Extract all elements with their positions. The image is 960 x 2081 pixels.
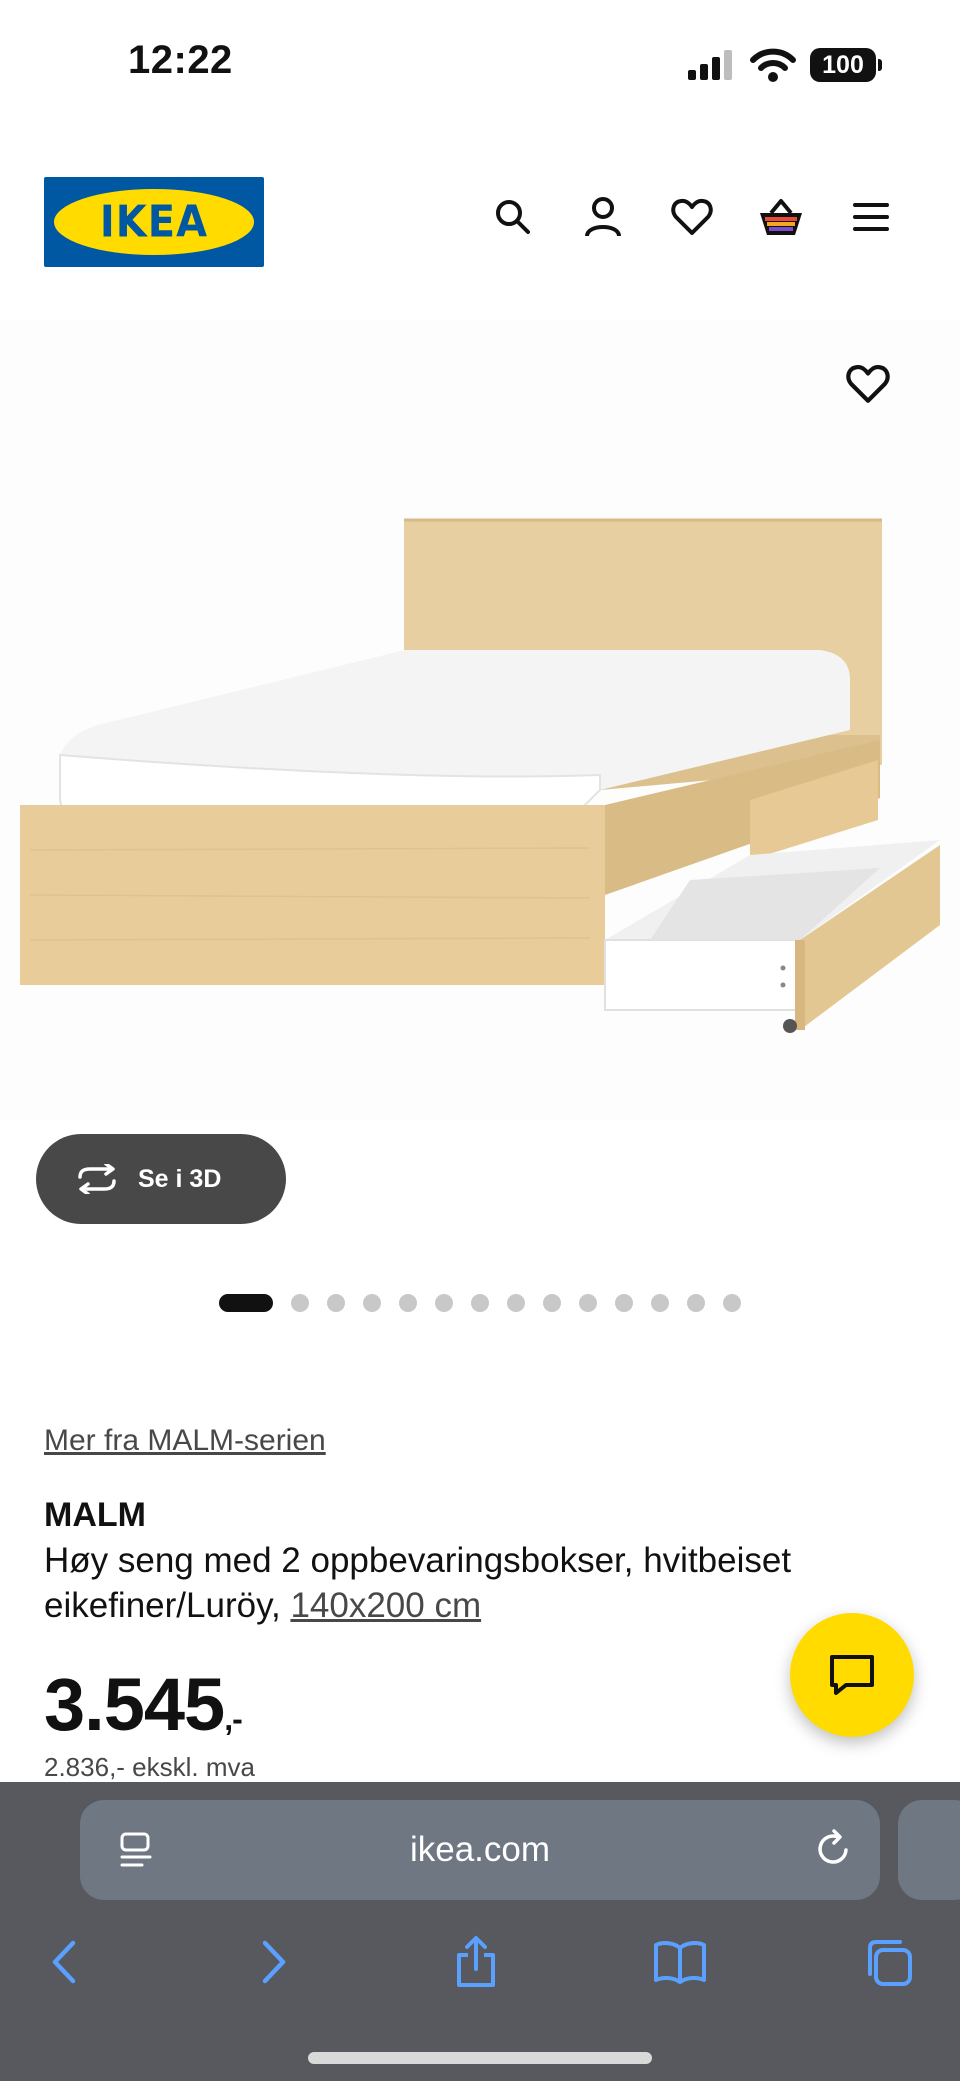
home-indicator[interactable] [308,2052,652,2064]
logo-registered-mark: ® [239,189,248,201]
image-carousel-indicator [0,1294,960,1312]
search-icon [496,200,530,234]
url-text: ikea.com [409,1830,551,1869]
carousel-dot[interactable] [219,1294,273,1312]
price-suffix: ,- [224,1701,243,1737]
hamburger-menu-icon [853,203,889,231]
user-icon [585,197,621,237]
favourites-button[interactable] [667,192,717,242]
chat-button[interactable] [790,1613,914,1737]
back-button[interactable] [34,1932,94,1992]
rotate-3d-icon [78,1164,116,1194]
series-link[interactable]: Mer fra MALM-serien [44,1424,326,1458]
bookmarks-button[interactable] [650,1932,710,1992]
share-button[interactable] [446,1932,506,1992]
battery-level: 100 [822,50,864,79]
basket-button[interactable] [756,192,806,242]
carousel-dot[interactable] [471,1294,489,1312]
product-price: 3.545,- [44,1662,243,1747]
carousel-dot[interactable] [543,1294,561,1312]
status-bar: 12:22 100 [0,0,960,120]
carousel-dot[interactable] [687,1294,705,1312]
product-description: Høy seng med 2 oppbevaringsbokser, hvitb… [44,1538,864,1628]
carousel-dot[interactable] [291,1294,309,1312]
basket-icon [760,199,802,235]
chevron-left-icon [52,1940,76,1984]
carousel-dot[interactable] [579,1294,597,1312]
tabs-icon [868,1940,912,1986]
carousel-dot[interactable] [651,1294,669,1312]
chevron-right-icon [262,1940,286,1984]
share-icon [457,1936,495,1987]
site-header: IKEA ® [0,170,960,270]
battery-indicator: 100 [810,48,882,82]
product-image[interactable] [0,320,960,1120]
tabs-button[interactable] [858,1932,918,1992]
browser-toolbar [0,1922,960,2002]
cellular-signal-icon [688,50,732,80]
heart-icon [671,198,713,235]
book-icon [654,1941,706,1984]
status-time: 12:22 [128,38,233,82]
carousel-dot[interactable] [723,1294,741,1312]
account-button[interactable] [578,192,628,242]
carousel-dot[interactable] [615,1294,633,1312]
carousel-dot[interactable] [399,1294,417,1312]
heart-icon [846,364,890,403]
status-indicators: 100 [686,44,882,86]
product-name: MALM [44,1496,146,1534]
next-tab-peek[interactable] [898,1800,960,1900]
wifi-icon [750,48,796,82]
reload-icon[interactable] [812,1828,854,1870]
ikea-logo[interactable]: IKEA ® [44,177,264,267]
carousel-dot[interactable] [507,1294,525,1312]
carousel-dot[interactable] [363,1294,381,1312]
view-3d-button[interactable]: Se i 3D [36,1134,286,1224]
address-bar[interactable]: ikea.com [80,1800,880,1900]
logo-text: IKEA [99,196,209,248]
menu-button[interactable] [846,192,896,242]
price-value: 3.545 [44,1663,225,1746]
browser-chrome: ikea.com [0,1782,960,2081]
size-link[interactable]: 140x200 cm [290,1586,481,1625]
price-excl-vat: 2.836,- ekskl. mva [44,1752,255,1782]
forward-button[interactable] [244,1932,304,1992]
search-button[interactable] [488,192,538,242]
view-3d-label: Se i 3D [138,1164,222,1193]
carousel-dot[interactable] [327,1294,345,1312]
chat-icon [830,1655,874,1695]
logo-oval: IKEA [54,189,254,255]
add-to-favourites-button[interactable] [846,364,896,414]
carousel-dot[interactable] [435,1294,453,1312]
